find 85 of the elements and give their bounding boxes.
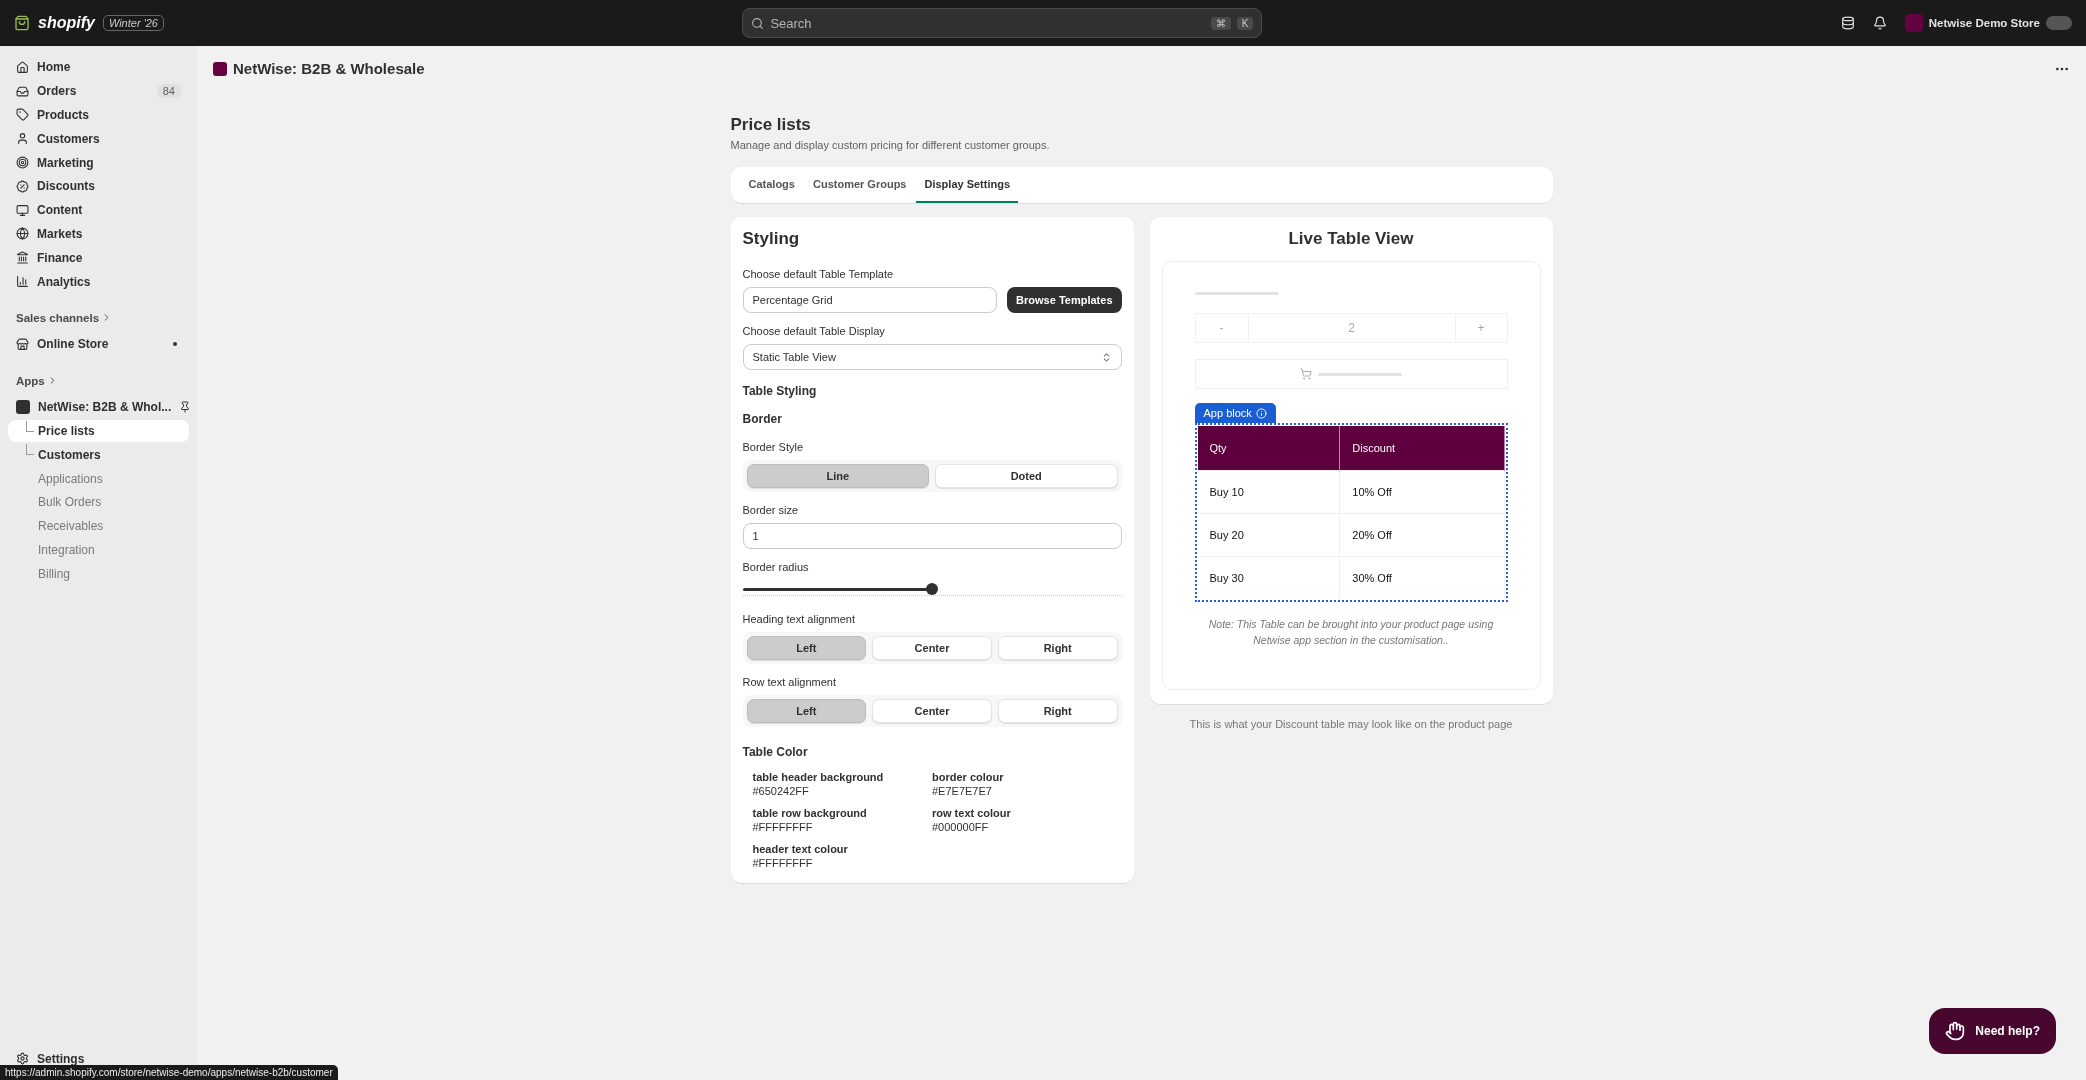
- app-title: NetWise: B2B & Wholesale: [233, 60, 426, 77]
- field-label: Row text alignment: [742, 676, 838, 688]
- subnav-item[interactable]: Billing: [8, 562, 189, 586]
- search-field[interactable]: Search ⌘ K: [742, 8, 1263, 38]
- section-heading: Table Color: [742, 745, 809, 759]
- field-label: Choose default Table Template: [742, 268, 895, 280]
- count-badge: 84: [156, 84, 181, 99]
- field-label: Choose default Table Display: [742, 325, 886, 337]
- nav-item[interactable]: Home: [8, 56, 189, 79]
- display-select[interactable]: Static Table View: [742, 344, 1122, 370]
- nav-item[interactable]: Finance: [8, 246, 189, 270]
- quantity-value: 2: [1247, 314, 1455, 342]
- card-title: Styling: [742, 229, 801, 249]
- nav-item[interactable]: Orders 84: [8, 79, 189, 103]
- table-cell: 10% Off: [1339, 470, 1504, 513]
- segment-option[interactable]: Line: [746, 464, 929, 488]
- browse-templates-button[interactable]: Browse Templates: [1007, 287, 1122, 313]
- segment-option[interactable]: Center: [872, 699, 992, 723]
- segment-option[interactable]: Doted: [935, 464, 1118, 488]
- table-cell: 20% Off: [1339, 513, 1504, 556]
- subnav-item[interactable]: Applications: [8, 467, 189, 490]
- table-cell: Buy 10: [1197, 470, 1340, 513]
- app-item[interactable]: NetWise: B2B & Whol...: [8, 395, 189, 419]
- segment-option[interactable]: Right: [997, 636, 1118, 660]
- segment-option[interactable]: Center: [872, 636, 992, 660]
- nav-item[interactable]: Online Store: [8, 332, 189, 356]
- section-heading: Border: [742, 412, 783, 426]
- brand-logo[interactable]: shopify: [38, 14, 95, 32]
- link-url-tooltip: https://admin.shopify.com/store/netwise-demo/apps/netwise-b2b/customer: [0, 1065, 338, 1080]
- page-subtitle: Manage and display custom pricing for different customer groups.: [730, 139, 1051, 151]
- shortcut-key: K: [1236, 16, 1254, 30]
- section-heading[interactable]: Apps: [8, 356, 189, 395]
- color-value: #650242FF: [752, 785, 810, 797]
- table-cell: 30% Off: [1339, 556, 1504, 599]
- store-name[interactable]: Netwise Demo Store: [1928, 17, 2040, 29]
- color-name: table header background: [752, 771, 885, 783]
- nav-item[interactable]: Analytics: [8, 270, 189, 293]
- field-label: Border Style: [742, 441, 805, 453]
- tab[interactable]: Catalogs: [740, 167, 803, 203]
- field-label: Heading text alignment: [742, 613, 856, 625]
- color-name: table row background: [752, 807, 868, 819]
- color-name: row text colour: [932, 807, 1012, 819]
- column-header: Qty: [1197, 426, 1340, 470]
- edition-badge: Winter '26: [102, 15, 164, 31]
- page-title: Price lists: [730, 115, 812, 135]
- color-value: #FFFFFFFF: [752, 821, 814, 833]
- tab[interactable]: Display Settings: [916, 167, 1019, 203]
- app-block-label: App block: [1194, 403, 1276, 423]
- table-cell: Buy 30: [1197, 556, 1340, 599]
- subnav-item[interactable]: Receivables: [8, 514, 189, 538]
- nav-item[interactable]: Marketing: [8, 151, 189, 174]
- tab[interactable]: Customer Groups: [804, 167, 915, 203]
- table-cell: Buy 20: [1197, 513, 1340, 556]
- color-value: #E7E7E7E7: [932, 785, 993, 797]
- section-heading[interactable]: Sales channels: [8, 293, 189, 332]
- subnav-item[interactable]: Bulk Orders: [8, 490, 189, 514]
- segment-option[interactable]: Right: [997, 699, 1118, 723]
- section-heading: Table Styling: [742, 384, 818, 398]
- nav-item[interactable]: Discounts: [8, 175, 189, 198]
- nav-item[interactable]: Products: [8, 103, 189, 127]
- column-header: Discount: [1339, 426, 1504, 470]
- nav-item[interactable]: Content: [8, 198, 189, 222]
- color-value: #000000FF: [932, 821, 990, 833]
- preview-caption: This is what your Discount table may look like on the product page: [1188, 717, 1514, 730]
- nav-item[interactable]: Markets: [8, 222, 189, 246]
- field-label: Border radius: [742, 561, 810, 573]
- subnav-item[interactable]: Integration: [8, 538, 189, 562]
- color-value: #FFFFFFFF: [752, 857, 814, 869]
- note-text: Note: This Table can be brought into your product page using Netwise app section in the customisation..: [1207, 617, 1495, 649]
- color-name: border colour: [932, 771, 1005, 783]
- search-placeholder: Search: [770, 15, 813, 31]
- field-label: Border size: [742, 504, 800, 516]
- subnav-item[interactable]: Price lists: [8, 419, 189, 443]
- template-field[interactable]: Percentage Grid: [742, 287, 998, 313]
- color-name: header text colour: [752, 843, 849, 855]
- nav-item[interactable]: Customers: [8, 127, 189, 151]
- shortcut-key: ⌘: [1210, 16, 1231, 30]
- subnav-item[interactable]: Customers: [8, 443, 189, 467]
- segment-option[interactable]: Left: [746, 636, 867, 660]
- border-size-field[interactable]: 1: [742, 523, 1122, 549]
- segment-option[interactable]: Left: [746, 699, 867, 723]
- plus-sign: +: [1454, 314, 1507, 342]
- minus-sign: -: [1218, 320, 1225, 337]
- need-help-button[interactable]: Need help?: [1929, 1008, 2056, 1054]
- card-title: Live Table View: [1287, 229, 1415, 249]
